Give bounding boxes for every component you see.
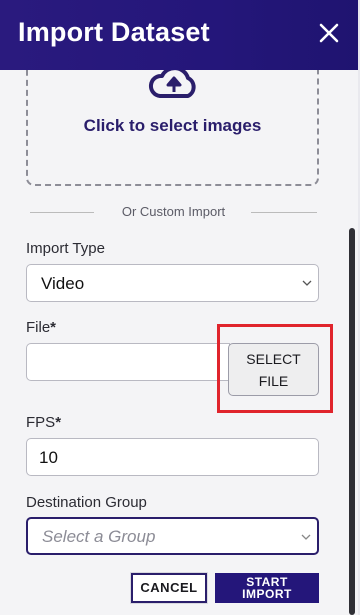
dialog-title: Import Dataset [18,17,210,47]
cancel-button[interactable]: CANCEL [131,573,207,603]
import-type-value: Video [41,274,85,293]
destination-group-label: Destination Group [26,494,147,511]
start-import-button[interactable]: START IMPORT [215,573,319,603]
fps-label-text: FPS [26,414,56,431]
select-file-button[interactable]: SELECT FILE [228,343,319,396]
destination-group-placeholder: Select a Group [42,527,156,546]
select-file-button-line2: FILE [258,373,289,389]
fps-label: FPS* [26,414,61,431]
chevron-down-icon [302,280,312,286]
start-import-line2: IMPORT [242,587,292,601]
fps-value: 10 [39,448,58,467]
dropzone-text[interactable]: Click to select images [28,116,317,136]
file-label-text: File [26,319,51,336]
chevron-down-icon [301,534,311,540]
select-file-button-line1: SELECT [246,351,301,367]
dialog-header: Import Dataset [0,0,358,70]
fps-required-mark: * [55,414,62,431]
file-required-mark: * [50,319,57,336]
import-dataset-dialog: Click to select images Import Dataset Or… [0,0,358,615]
cloud-upload-icon [149,66,196,98]
dialog-scrollbar[interactable] [349,228,355,615]
import-type-label: Import Type [26,240,105,257]
import-type-select[interactable]: Video [26,264,319,302]
file-label: File* [26,319,56,336]
divider-line-right [251,212,317,213]
fps-input[interactable]: 10 [26,438,319,476]
close-icon[interactable] [314,18,344,48]
file-input[interactable] [26,343,230,381]
custom-import-divider: Or Custom Import [30,204,317,220]
destination-group-select[interactable]: Select a Group [26,517,319,555]
